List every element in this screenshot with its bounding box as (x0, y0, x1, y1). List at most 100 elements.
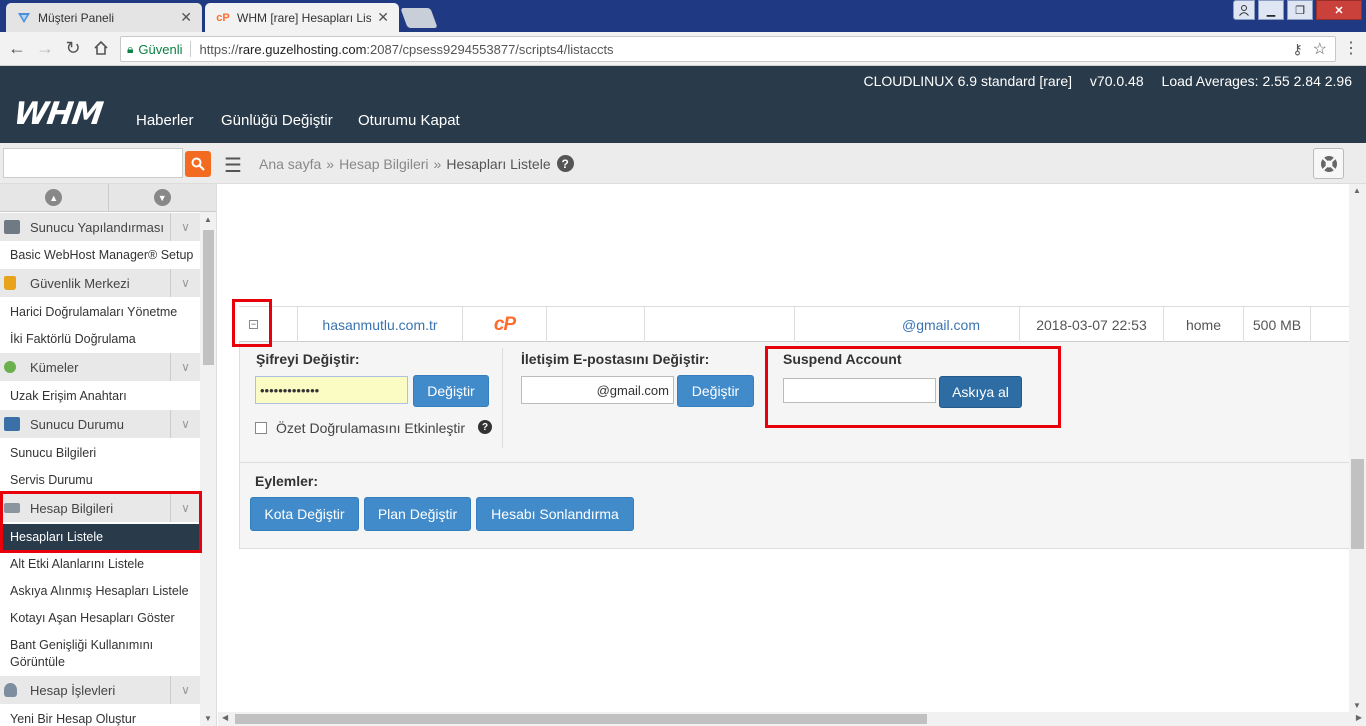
chevron-down-icon[interactable]: ∨ (170, 410, 200, 438)
help-icon[interactable]: ? (556, 155, 574, 172)
sidebar-scroll-up-button[interactable]: ▲ (0, 184, 109, 211)
sidebar-category-clusters[interactable]: Kümeler ∨ (0, 353, 200, 381)
sidebar-category-label: Kümeler (30, 359, 79, 375)
reload-icon[interactable]: ↻ (62, 37, 84, 59)
sidebar-category-label: Sunucu Durumu (30, 416, 124, 432)
breadcrumb-section[interactable]: Hesap Bilgileri (339, 156, 428, 172)
change-quota-button[interactable]: Kota Değiştir (250, 497, 359, 531)
cpanel-login-link[interactable]: cP (463, 307, 547, 342)
nav-logout[interactable]: Oturumu Kapat (358, 112, 460, 129)
back-arrow-icon[interactable]: ← (6, 37, 28, 59)
chevron-down-icon[interactable]: ∨ (170, 676, 200, 704)
browser-toolbar: ← → ↻ 🔒︎ Güvenli https://rare.guzelhosti… (0, 32, 1366, 66)
url-text: https://rare.guzelhosting.com:2087/cpses… (199, 41, 614, 57)
scroll-left-arrow-icon[interactable]: ◀ (222, 713, 228, 722)
sidebar-category-server-status[interactable]: Sunucu Durumu ∨ (0, 410, 200, 438)
lock-icon: 🔒︎ (127, 41, 134, 56)
breadcrumb-bar: ☰ Ana sayfa » Hesap Bilgileri » Hesaplar… (0, 143, 1366, 184)
digest-auth-checkbox[interactable] (255, 422, 267, 434)
menu-toggle-icon[interactable]: ☰ (224, 153, 242, 178)
sidebar-scroll-down-button[interactable]: ▼ (108, 184, 216, 211)
new-tab-button[interactable] (400, 8, 438, 28)
highlight-box-collapse (232, 299, 272, 347)
forward-arrow-icon[interactable]: → (34, 37, 56, 59)
close-window-button[interactable]: ✕ (1316, 0, 1362, 20)
sidebar-category-account-functions[interactable]: Hesap İşlevleri ∨ (0, 676, 200, 704)
key-icon[interactable]: ⚷ (1292, 41, 1302, 58)
tab-title: Müşteri Paneli (38, 10, 115, 25)
cpanel-favicon-icon: cP (216, 11, 230, 24)
sidebar-item-remote-key[interactable]: Uzak Erişim Anahtarı (0, 388, 200, 405)
maximize-button[interactable]: ❐ (1287, 0, 1313, 20)
tab-title: WHM [rare] Hesapları List (237, 10, 372, 25)
terminate-account-button[interactable]: Hesabı Sonlandırma (476, 497, 634, 531)
sidebar-category-server-config[interactable]: Sunucu Yapılandırması ∨ (0, 213, 200, 241)
account-domain[interactable]: hasanmutlu.com.tr (298, 307, 463, 342)
browser-tab-strip: Müşteri Paneli ✕ cP WHM [rare] Hesapları… (0, 0, 1366, 32)
lifebuoy-icon (1320, 155, 1337, 172)
sidebar-item-server-info[interactable]: Sunucu Bilgileri (0, 445, 200, 462)
scroll-up-arrow-icon[interactable]: ▲ (204, 215, 212, 224)
address-bar[interactable]: 🔒︎ Güvenli https://rare.guzelhosting.com… (120, 36, 1336, 62)
sidebar-search-input[interactable] (3, 148, 183, 178)
sidebar-category-label: Güvenlik Merkezi (30, 275, 130, 291)
sidebar-item-two-factor[interactable]: İki Faktörlü Doğrulama (0, 331, 200, 348)
main-content: − hasanmutlu.com.tr cP @gmail.com 2018-0… (218, 184, 1349, 712)
main-horizontal-scrollbar[interactable]: ◀ ▶ (218, 712, 1366, 726)
bookmark-star-icon[interactable]: ☆ (1313, 39, 1327, 59)
home-icon[interactable] (90, 37, 112, 59)
sidebar-item-list-subdomains[interactable]: Alt Etki Alanlarını Listele (0, 556, 200, 573)
close-icon[interactable]: ✕ (377, 9, 389, 26)
whm-logo[interactable]: WHM (11, 96, 104, 132)
kebab-menu-icon[interactable]: ⋮ (1340, 37, 1362, 59)
whm-header: WHM Haberler Günlüğü Değiştir Oturumu Ka… (0, 66, 1366, 143)
scroll-down-arrow-icon[interactable]: ▼ (204, 714, 212, 723)
chevron-down-icon[interactable]: ∨ (170, 213, 200, 241)
minimize-button[interactable]: ▁ (1258, 0, 1284, 20)
server-icon (4, 220, 20, 234)
chevron-down-icon[interactable]: ∨ (170, 269, 200, 297)
contact-email-input[interactable]: @gmail.com (521, 376, 674, 404)
highlight-box-sidebar (0, 491, 202, 553)
sidebar-item-create-account[interactable]: Yeni Bir Hesap Oluştur (0, 711, 200, 726)
breadcrumb-home[interactable]: Ana sayfa (259, 156, 321, 172)
password-form-label: Şifreyi Değiştir: (256, 351, 360, 367)
sidebar-item-list-suspended[interactable]: Askıya Alınmış Hesapları Listele (0, 583, 200, 600)
chevron-down-icon[interactable]: ∨ (170, 353, 200, 381)
user-icon (4, 683, 17, 697)
close-icon[interactable]: ✕ (180, 9, 192, 26)
sidebar-item-over-quota[interactable]: Kotayı Aşan Hesapları Göster (0, 610, 200, 627)
search-button[interactable] (185, 151, 211, 177)
search-icon (191, 157, 205, 171)
change-plan-button[interactable]: Plan Değiştir (364, 497, 471, 531)
main-vertical-scrollbar[interactable]: ▲ ▼ (1349, 184, 1366, 712)
user-icon[interactable] (1233, 0, 1255, 20)
nav-haberler[interactable]: Haberler (136, 112, 194, 129)
account-quota: 500 MB (1244, 307, 1311, 342)
browser-tab-whm[interactable]: cP WHM [rare] Hesapları List ✕ (205, 3, 399, 32)
account-email[interactable]: @gmail.com (795, 307, 1020, 342)
scroll-right-arrow-icon[interactable]: ▶ (1356, 713, 1362, 722)
support-lifebuoy-button[interactable] (1313, 148, 1344, 179)
sidebar-item-bandwidth[interactable]: Bant Genişliği Kullanımını Görüntüle (0, 637, 200, 671)
account-date: 2018-03-07 22:53 (1020, 307, 1164, 342)
sidebar-item-service-status[interactable]: Servis Durumu (0, 472, 200, 489)
password-input[interactable]: ••••••••••••• (255, 376, 408, 404)
scroll-down-arrow-icon[interactable]: ▼ (1353, 701, 1361, 710)
sidebar-item-basic-setup[interactable]: Basic WebHost Manager® Setup (0, 247, 200, 264)
change-email-button[interactable]: Değiştir (677, 375, 754, 407)
lock-icon (4, 276, 16, 290)
digest-auth-label: Özet Doğrulamasını Etkinleştir (276, 420, 466, 436)
sidebar-category-label: Sunucu Yapılandırması (30, 219, 164, 235)
help-icon[interactable]: ? (478, 420, 492, 434)
nav-change-log[interactable]: Günlüğü Değiştir (221, 112, 333, 129)
sidebar-category-security[interactable]: Güvenlik Merkezi ∨ (0, 269, 200, 297)
browser-tab-musteri-paneli[interactable]: Müşteri Paneli ✕ (6, 3, 202, 32)
sidebar-item-external-auth[interactable]: Harici Doğrulamaları Yönetme (0, 304, 200, 321)
secure-label: Güvenli (138, 41, 183, 57)
breadcrumb-current: Hesapları Listele (446, 155, 551, 172)
system-info: CLOUDLINUX 6.9 standard [rare] v70.0.48 … (850, 73, 1353, 89)
scroll-up-arrow-icon[interactable]: ▲ (1353, 186, 1361, 195)
sidebar-scrollbar[interactable]: ▲ ▼ (200, 212, 216, 726)
change-password-button[interactable]: Değiştir (413, 375, 489, 407)
